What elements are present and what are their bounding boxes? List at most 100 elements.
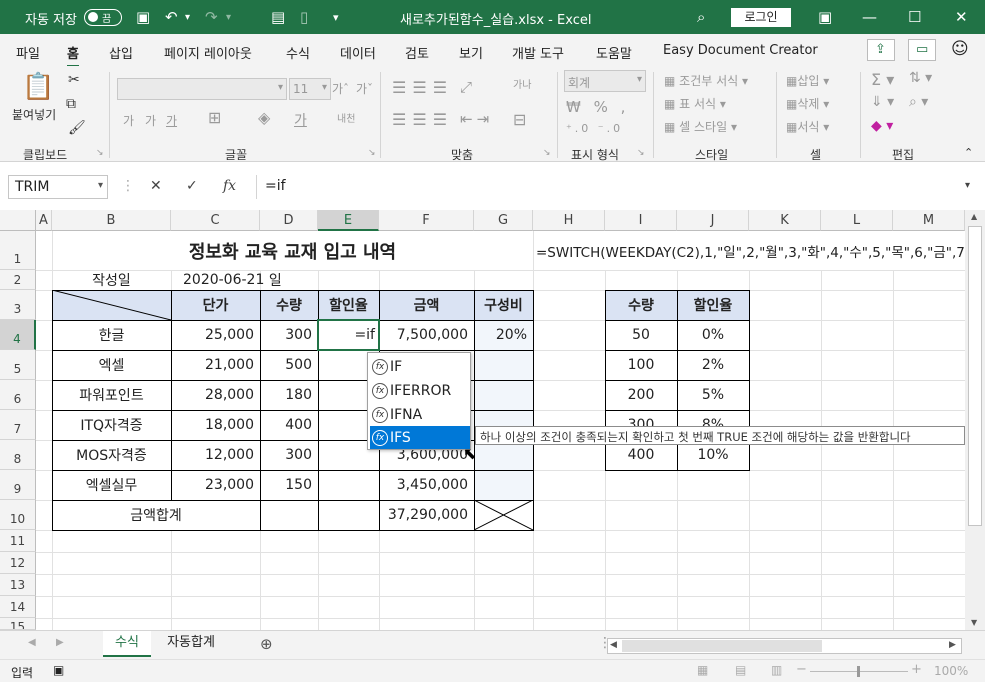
header-discount[interactable]: 할인율 [318, 290, 379, 320]
confirm-entry-icon[interactable]: ✓ [186, 178, 198, 194]
redo-icon[interactable]: ↷ [205, 8, 218, 26]
wrap-text-icon[interactable]: 가나 [513, 76, 531, 91]
add-sheet-icon[interactable]: ⊕ [260, 635, 273, 653]
tab-easy-document-creator[interactable]: Easy Document Creator [663, 43, 818, 58]
col-header-j[interactable]: J [677, 210, 749, 231]
discount-qty-cell[interactable]: 200 [605, 380, 677, 410]
phonetic-icon[interactable]: 내천 [337, 110, 355, 125]
save-icon[interactable]: ▣ [136, 8, 150, 26]
col-header-a[interactable]: A [36, 210, 52, 231]
date-cell[interactable]: 2020-06-21 일 [171, 270, 318, 290]
item-qty-cell[interactable]: 300 [260, 320, 318, 350]
number-format-combo[interactable]: 회계 ▾ [564, 70, 646, 92]
scroll-left-icon[interactable]: ◀ [610, 640, 617, 650]
header-amount[interactable]: 금액 [379, 290, 474, 320]
autocomplete-item-ifs[interactable]: fx IFS [370, 426, 470, 449]
insert-cells-button[interactable]: ▦삽입 ▾ [786, 72, 829, 89]
collapse-ribbon-icon[interactable]: ⌃ [964, 146, 973, 159]
clipboard-launcher-icon[interactable]: ↘ [96, 148, 104, 158]
maximize-icon[interactable]: ☐ [908, 8, 921, 26]
insert-function-icon[interactable]: fx [223, 178, 236, 194]
undo-dropdown-icon[interactable]: ▾ [185, 12, 190, 23]
scroll-up-icon[interactable]: ▲ [971, 212, 977, 221]
decimal-icons[interactable]: ⁺.0 ⁻.0 [566, 122, 623, 135]
font-color-icon[interactable]: 가 [294, 110, 307, 130]
row-header-7[interactable]: 7 [0, 410, 36, 440]
conditional-format-button[interactable]: ▦ 조건부 서식 ▾ [664, 72, 748, 89]
font-grow-icon[interactable]: 가ˆ [332, 80, 349, 97]
item-amount-cell[interactable]: 3,450,000 [379, 470, 474, 500]
horizontal-align-icons[interactable]: ☰☰☰ [392, 110, 453, 129]
prev-sheet-icon[interactable]: ◀ [28, 637, 36, 648]
row-header-14[interactable]: 14 [0, 596, 36, 618]
header-qty[interactable]: 수량 [260, 290, 318, 320]
hscroll-thumb[interactable] [622, 640, 822, 652]
name-box[interactable]: TRIM ▾ [8, 175, 108, 199]
number-launcher-icon[interactable]: ↘ [637, 148, 645, 158]
col-header-g[interactable]: G [474, 210, 533, 231]
discount-qty-cell[interactable]: 50 [605, 320, 677, 350]
scroll-down-icon[interactable]: ▼ [971, 618, 977, 627]
item-price-cell[interactable]: 12,000 [171, 440, 260, 470]
format-as-table-button[interactable]: ▦ 표 서식 ▾ [664, 95, 726, 112]
cut-icon[interactable]: ✂ [68, 72, 80, 88]
row-header-3[interactable]: 3 [0, 290, 36, 320]
paste-icon[interactable]: 📋 [22, 72, 54, 102]
row-header-13[interactable]: 13 [0, 574, 36, 596]
row-header-10[interactable]: 10 [0, 500, 36, 530]
diagonal-header-cell[interactable] [52, 290, 171, 320]
tab-home[interactable]: 홈 [67, 43, 79, 67]
cell-styles-button[interactable]: ▦ 셀 스타일 ▾ [664, 118, 737, 135]
col-header-b[interactable]: B [52, 210, 171, 231]
crossed-cell[interactable] [474, 500, 533, 530]
tab-page-layout[interactable]: 페이지 레이아웃 [164, 43, 252, 62]
row-header-4[interactable]: 4 [0, 320, 36, 350]
item-price-cell[interactable]: 23,000 [171, 470, 260, 500]
vertical-align-icons[interactable]: ☰☰☰ [392, 78, 453, 97]
row-header-5[interactable]: 5 [0, 350, 36, 380]
ribbon-display-icon[interactable]: ▣ [818, 8, 832, 26]
switch-formula-cell[interactable]: =SWITCH(WEEKDAY(C2),1,"일",2,"월",3,"화",4,… [533, 231, 965, 270]
tab-data[interactable]: 데이터 [340, 43, 376, 62]
row-header-11[interactable]: 11 [0, 530, 36, 552]
copy-icon[interactable]: ⧉ [66, 96, 76, 112]
font-launcher-icon[interactable]: ↘ [368, 148, 376, 158]
currency-percent-icons[interactable]: ₩ % , [566, 98, 629, 116]
autosum-icon[interactable]: Σ ▾ [871, 70, 894, 89]
sort-filter-icon[interactable]: ⇅ ▾ [909, 70, 932, 86]
active-cell-e4[interactable]: =if [317, 319, 380, 351]
discount-qty-cell[interactable]: 100 [605, 350, 677, 380]
item-name-cell[interactable]: 엑셀 [52, 350, 171, 380]
login-button[interactable]: 로그인 [731, 8, 791, 27]
discount-rate-cell[interactable]: 0% [677, 320, 749, 350]
row-header-6[interactable]: 6 [0, 380, 36, 410]
format-painter-icon[interactable]: 🖌 [68, 120, 86, 136]
item-price-cell[interactable]: 18,000 [171, 410, 260, 440]
bold-button[interactable]: 가 [123, 112, 134, 129]
row-header-9[interactable]: 9 [0, 470, 36, 500]
tab-help[interactable]: 도움말 [596, 43, 632, 62]
orientation-icon[interactable]: ⤢ [460, 78, 472, 96]
quick-access-icon[interactable]: ▾ [333, 11, 339, 24]
comments-button[interactable]: ▭ [908, 39, 936, 61]
col-header-c[interactable]: C [171, 210, 260, 231]
border-icon[interactable]: ⊞ [208, 108, 221, 127]
col-header-e[interactable]: E [318, 210, 379, 231]
font-shrink-icon[interactable]: 가ˇ [356, 80, 373, 97]
item-name-cell[interactable]: 엑셀실무 [52, 470, 171, 500]
row-header-1[interactable]: 1 [0, 231, 36, 270]
alignment-launcher-icon[interactable]: ↘ [543, 148, 551, 158]
undo-icon[interactable]: ↶ [165, 8, 178, 26]
normal-view-icon[interactable]: ▦ [697, 663, 708, 677]
col-header-f[interactable]: F [379, 210, 474, 231]
cancel-entry-icon[interactable]: ✕ [150, 178, 162, 194]
horizontal-scrollbar[interactable]: ◀ ▶ [607, 638, 962, 654]
font-size-combo[interactable]: 11 ▾ [289, 78, 331, 100]
item-name-cell[interactable]: 한글 [52, 320, 171, 350]
item-qty-cell[interactable]: 300 [260, 440, 318, 470]
item-qty-cell[interactable]: 500 [260, 350, 318, 380]
underline-button[interactable]: 가 [166, 112, 177, 129]
tab-view[interactable]: 보기 [459, 43, 483, 62]
author-label-cell[interactable]: 작성일 [52, 270, 171, 290]
worksheet-grid[interactable]: A B C D E F G H I J K L M 1 2 3 4 5 6 7 … [0, 210, 965, 630]
